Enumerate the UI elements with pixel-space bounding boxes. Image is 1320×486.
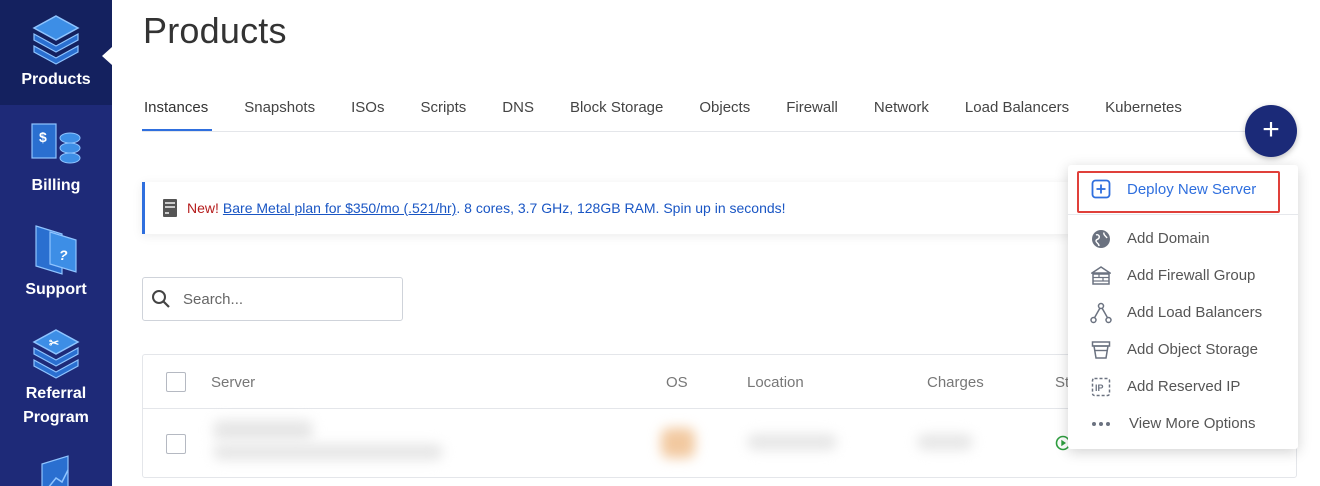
app-root: Products $ Billing ? Support ✂ Referral … [0,0,1320,486]
page-title: Products [143,10,287,51]
tab-firewall[interactable]: Firewall [768,90,856,132]
sidebar-item-more[interactable] [0,452,112,486]
menu-item-label: Add Reserved IP [1127,378,1241,395]
layers-icon [32,15,80,65]
sidebar-item-products[interactable]: Products [0,0,112,105]
menu-divider [1068,214,1298,215]
redacted-server-name [213,420,313,440]
menu-item-add-domain[interactable]: Add Domain [1068,220,1298,257]
banner-new-label: New! [187,200,219,216]
bucket-icon [1089,338,1113,362]
sidebar-item-billing[interactable]: $ Billing [0,118,112,208]
redacted-charges [917,434,973,450]
tab-snapshots[interactable]: Snapshots [226,90,333,132]
menu-item-label: View More Options [1129,415,1256,432]
row-checkbox[interactable] [166,434,186,454]
redacted-location [747,434,837,450]
menu-item-label: Add Domain [1127,230,1210,247]
menu-item-add-load-balancers[interactable]: Add Load Balancers [1068,294,1298,331]
menu-item-view-more-options[interactable]: View More Options [1068,405,1298,442]
globe-icon [1089,227,1113,251]
referral-icon: ✂ [32,329,80,379]
firewall-icon [1089,264,1113,288]
svg-text:✂: ✂ [49,336,59,350]
add-button[interactable]: + [1245,105,1297,157]
search-box [142,277,403,321]
tab-block-storage[interactable]: Block Storage [552,90,681,132]
add-menu: Deploy New Server Add Domain Add Firewal… [1068,165,1298,449]
column-server[interactable]: Server [211,374,255,391]
column-charges[interactable]: Charges [927,374,984,391]
bare-metal-link[interactable]: Bare Metal plan for $350/mo (.521/hr) [223,200,456,216]
sidebar-item-label: Billing [31,177,81,194]
tab-bar: Instances Snapshots ISOs Scripts DNS Blo… [142,90,1200,132]
search-icon [152,290,170,308]
tab-instances[interactable]: Instances [142,90,226,132]
sidebar-item-support[interactable]: ? Support [0,222,112,312]
svg-text:$: $ [39,129,47,145]
select-all-checkbox[interactable] [166,372,186,392]
server-icon [163,199,177,217]
svg-text:IP: IP [1095,383,1104,393]
menu-item-add-reserved-ip[interactable]: IP Add Reserved IP [1068,368,1298,405]
menu-item-label: Add Firewall Group [1127,267,1256,284]
menu-item-add-object-storage[interactable]: Add Object Storage [1068,331,1298,368]
menu-item-label: Deploy New Server [1127,180,1257,198]
menu-item-deploy-new-server[interactable]: Deploy New Server [1068,170,1298,208]
tab-isos[interactable]: ISOs [333,90,402,132]
redacted-server-details [213,444,443,460]
tab-load-balancers[interactable]: Load Balancers [947,90,1087,132]
menu-item-add-firewall-group[interactable]: Add Firewall Group [1068,257,1298,294]
chart-icon [41,455,69,486]
column-location[interactable]: Location [747,374,804,391]
menu-item-label: Add Object Storage [1127,341,1258,358]
sidebar: Products $ Billing ? Support ✂ Referral … [0,0,112,486]
plus-square-icon [1089,177,1113,201]
tab-dns[interactable]: DNS [484,90,552,132]
ip-icon: IP [1089,375,1113,399]
sidebar-item-label: Referral Program [23,385,89,426]
support-icon: ? [35,225,77,275]
sidebar-item-label: Products [21,71,91,88]
tabs-divider [142,131,1297,132]
banner-text: . 8 cores, 3.7 GHz, 128GB RAM. Spin up i… [456,200,786,216]
menu-item-label: Add Load Balancers [1127,304,1263,321]
tab-kubernetes[interactable]: Kubernetes [1087,90,1200,132]
column-os[interactable]: OS [666,374,688,391]
redacted-os-icon [661,428,695,458]
search-input[interactable] [183,290,383,308]
load-balancer-icon [1089,301,1113,325]
tab-network[interactable]: Network [856,90,947,132]
more-dots-icon [1089,412,1113,436]
svg-text:?: ? [59,247,68,263]
tab-scripts[interactable]: Scripts [402,90,484,132]
sidebar-item-label: Support [25,281,87,298]
tab-objects[interactable]: Objects [681,90,768,132]
sidebar-item-referral[interactable]: ✂ Referral Program [0,326,112,438]
active-caret [102,47,112,65]
billing-icon: $ [31,123,81,164]
promo-banner: New! Bare Metal plan for $350/mo (.521/h… [142,182,1072,234]
